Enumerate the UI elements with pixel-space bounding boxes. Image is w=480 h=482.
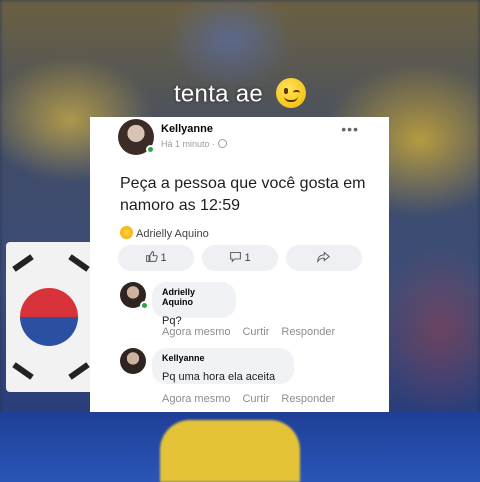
globe-icon [218,139,228,148]
comment-count: 1 [244,252,251,264]
online-status-dot [146,145,155,154]
comment-time: Agora mesmo [162,393,231,405]
background-shirt [160,420,300,482]
comment-avatar[interactable] [120,348,146,374]
background-flag [6,242,98,392]
reaction-summary[interactable]: Adrielly Aquino [120,226,209,240]
video-caption: tenta ae [0,78,480,110]
comment-actions: Agora mesmo Curtir Responder [162,393,347,405]
post-actions: 1 1 [118,245,362,271]
thumbs-up-icon [146,251,159,262]
comment-bubble: Kellyanne Pq uma hora ela aceita [152,348,294,384]
post-body: Peça a pessoa que você gosta em namoro a… [120,175,366,214]
laughing-face-icon [120,226,133,239]
share-button[interactable] [286,245,362,271]
like-count: 1 [160,252,167,264]
online-status-dot [140,301,149,310]
comment-reply-button[interactable]: Responder [281,393,335,405]
comment-actions: Agora mesmo Curtir Responder [162,326,347,338]
post-card: Kellyanne Há 1 minuto · ••• Peça a pesso… [90,117,389,412]
reactor-name: Adrielly Aquino [136,228,209,240]
post-meta: Há 1 minuto · [161,139,228,149]
comment-text: Pq uma hora ela aceita [162,371,276,383]
winking-face-icon [276,78,307,108]
like-button[interactable]: 1 [118,245,194,271]
post-author[interactable]: Kellyanne [161,123,213,135]
comment-button[interactable]: 1 [202,245,278,271]
comment-time: Agora mesmo [162,326,231,338]
comment-reply-button[interactable]: Responder [281,326,335,338]
comment-icon [230,251,242,263]
comment-like-button[interactable]: Curtir [242,393,269,405]
share-icon [316,251,330,263]
comment-author[interactable]: Adrielly Aquino [162,287,226,307]
caption-text: tenta ae [173,80,264,108]
post-time[interactable]: Há 1 minuto · [161,139,215,149]
more-options-icon[interactable]: ••• [341,121,359,137]
comment-author[interactable]: Kellyanne [162,353,284,363]
comment-bubble: Adrielly Aquino Pq? [152,282,236,327]
comment-like-button[interactable]: Curtir [242,326,269,338]
